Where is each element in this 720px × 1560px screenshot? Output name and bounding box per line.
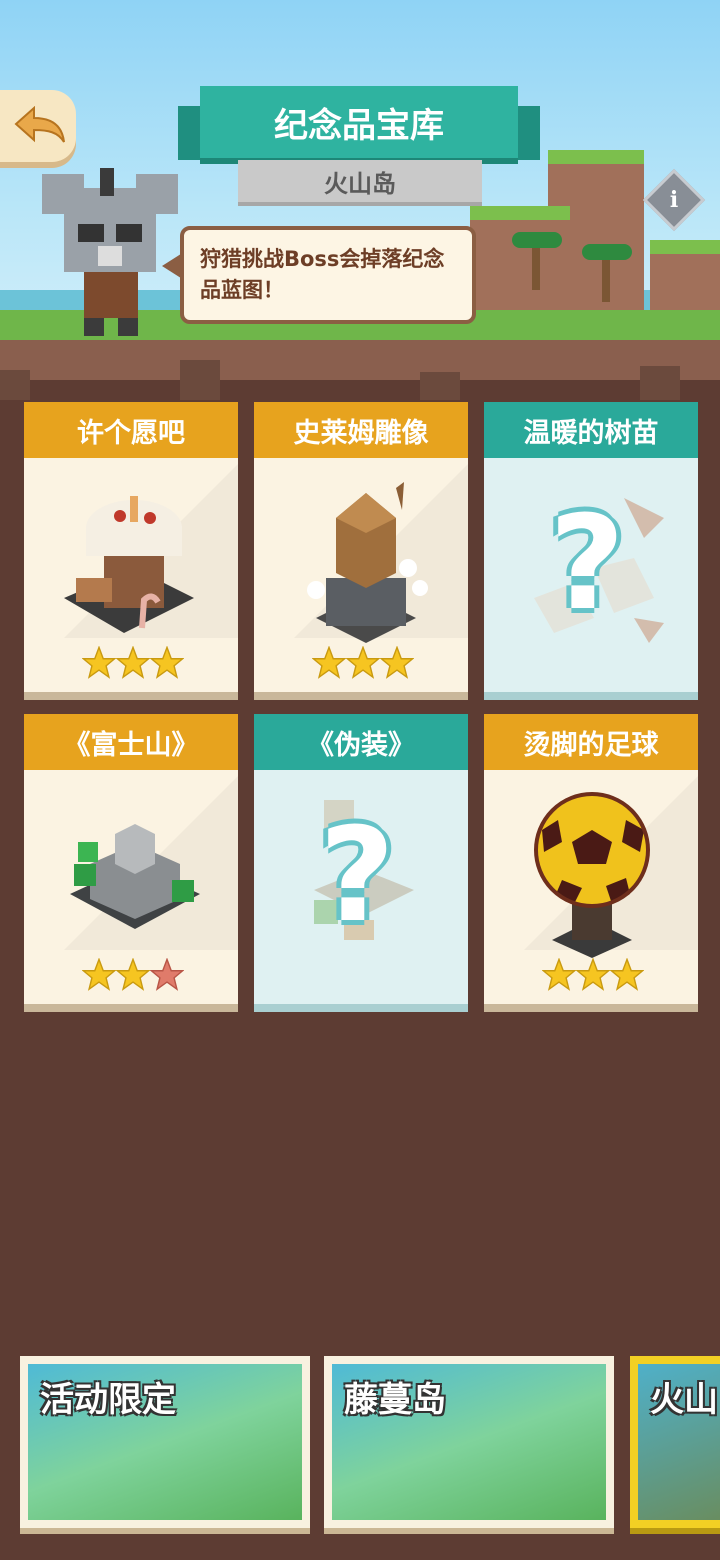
tab-vine-island[interactable]: 藤蔓岛 (324, 1356, 614, 1528)
souvenir-name: 史莱姆雕像 (254, 402, 468, 458)
tab-volcano-island[interactable]: 火山 (630, 1356, 720, 1528)
star-icon (82, 646, 116, 679)
star-icon (380, 646, 414, 679)
souvenir-name: 烫脚的足球 (484, 714, 698, 770)
island-subtitle: 火山岛 (238, 160, 482, 206)
star-icon (610, 958, 644, 991)
question-mark-icon: ? (319, 799, 395, 951)
souvenir-card-locked[interactable]: 温暖的树苗 ? (484, 402, 698, 692)
palm-leaf (512, 232, 562, 248)
souvenir-card[interactable]: 烫脚的足球 (484, 714, 698, 1004)
palm-leaf (582, 244, 632, 260)
souvenir-name: 许个愿吧 (24, 402, 238, 458)
star-empty-icon (150, 958, 184, 991)
mouse-character (40, 168, 180, 338)
dirt-step (420, 372, 460, 400)
cake-icon (64, 496, 194, 633)
star-rating (82, 958, 184, 992)
star-icon (82, 958, 116, 991)
info-icon: i (669, 187, 679, 213)
star-rating (542, 958, 644, 992)
souvenir-card[interactable]: 《富士山》 (24, 714, 238, 1004)
question-mark-icon: ? (549, 487, 625, 639)
souvenir-name: 温暖的树苗 (484, 402, 698, 458)
dirt-step (640, 366, 680, 400)
star-icon (116, 958, 150, 991)
back-button[interactable] (0, 90, 76, 162)
dirt-step (0, 370, 30, 400)
tab-label: 活动限定 (40, 1380, 176, 1420)
souvenir-card[interactable]: 许个愿吧 (24, 402, 238, 692)
star-rating (82, 646, 184, 680)
star-rating (312, 646, 414, 680)
tab-label: 藤蔓岛 (344, 1380, 446, 1420)
dirt-step (180, 360, 220, 400)
star-icon (116, 646, 150, 679)
island-tab-bar: 活动限定 藤蔓岛 火山 (18, 1356, 720, 1536)
speech-bubble: 狩猎挑战Boss会掉落纪念品蓝图！ (180, 226, 476, 324)
tab-label: 火山 (650, 1380, 718, 1420)
star-icon (346, 646, 380, 679)
slime-statue-icon (307, 482, 428, 643)
tab-event-limited[interactable]: 活动限定 (20, 1356, 310, 1528)
dirt-band (0, 340, 720, 380)
souvenir-card[interactable]: 史莱姆雕像 (254, 402, 468, 692)
souvenir-name: 《富士山》 (24, 714, 238, 770)
souvenir-name: 《伪装》 (254, 714, 468, 770)
star-icon (576, 958, 610, 991)
hot-football-icon (534, 792, 650, 958)
star-icon (542, 958, 576, 991)
back-arrow-icon (14, 106, 65, 143)
page-title: 纪念品宝库 (200, 86, 518, 158)
mount-fuji-icon (70, 824, 200, 929)
star-icon (312, 646, 346, 679)
star-icon (150, 646, 184, 679)
souvenir-card-locked[interactable]: 《伪装》 ? (254, 714, 468, 1004)
